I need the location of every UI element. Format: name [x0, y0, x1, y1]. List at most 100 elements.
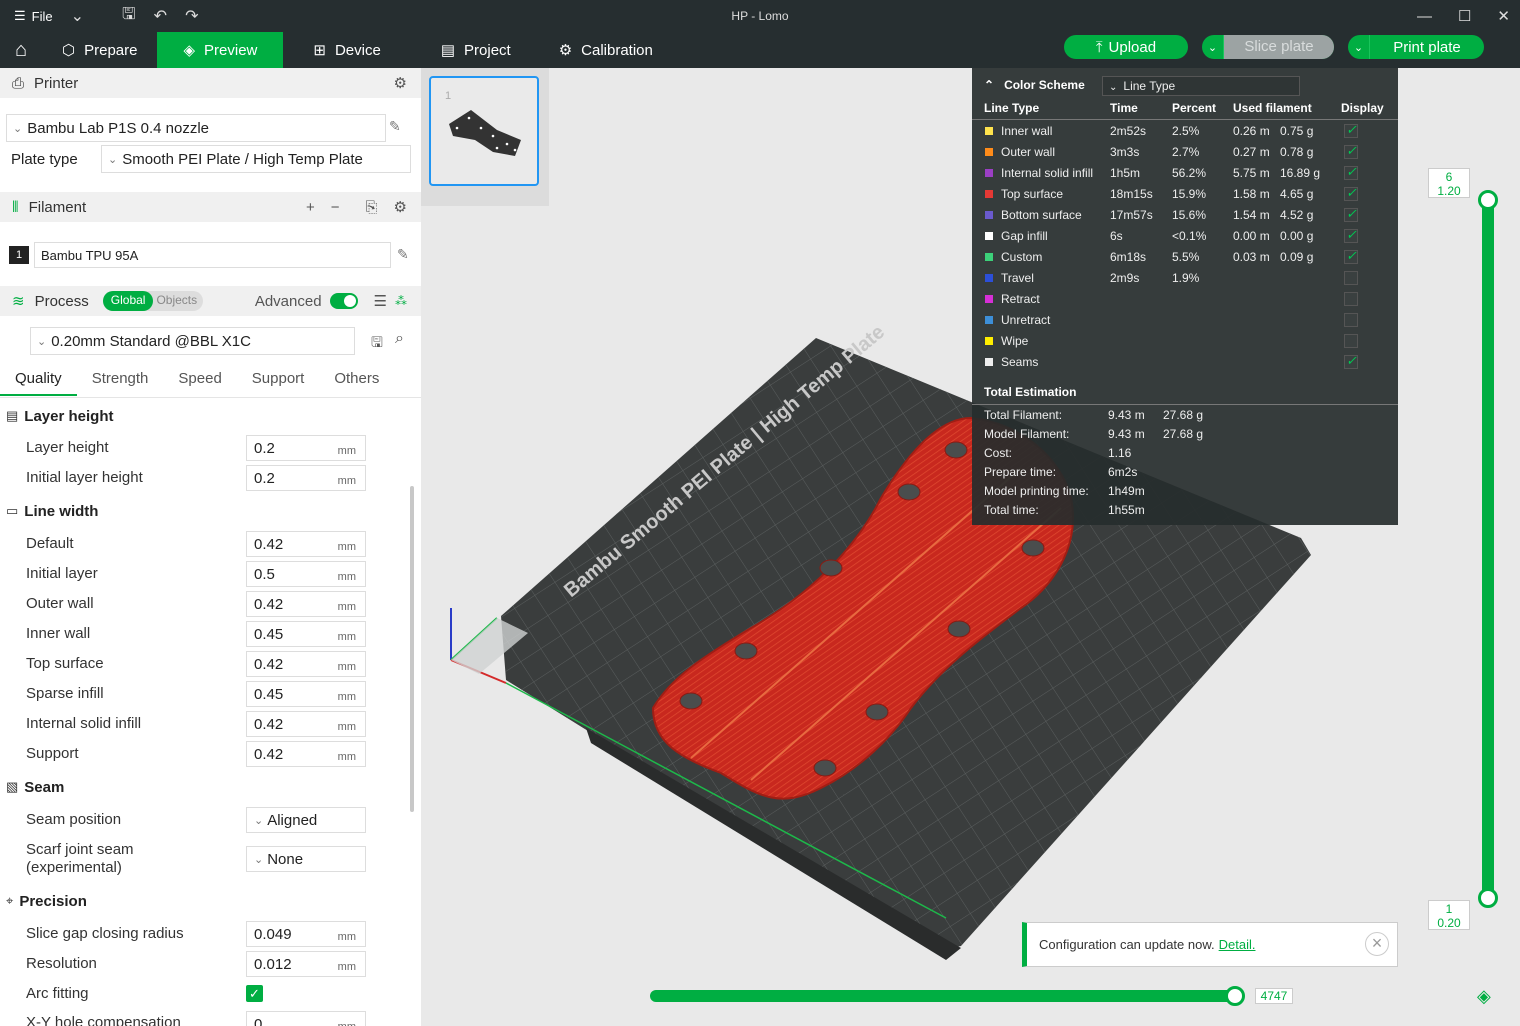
tab-preview[interactable]: ◈ Preview — [157, 32, 284, 68]
setting-label: Outer wall — [26, 595, 94, 612]
printer-select[interactable]: ⌄ Bambu Lab P1S 0.4 nozzle — [6, 114, 386, 142]
arc-fitting-checkbox[interactable]: ✓ — [246, 985, 263, 1002]
line-width-top-surface-input[interactable]: 0.42 mm — [246, 651, 366, 677]
color-scheme-panel: ⌃ Color Scheme ⌄ Line Type Line Type Time … — [972, 68, 1398, 525]
line-time: 17m57s — [1110, 208, 1153, 222]
close-window-button[interactable]: ✕ — [1497, 7, 1510, 25]
object-icon[interactable]: ⁂ — [395, 294, 407, 308]
scarf-seam-select[interactable]: ⌄ None — [246, 846, 366, 872]
home-icon: ⌂ — [14, 38, 28, 61]
redo-icon[interactable]: ↷ — [185, 6, 198, 26]
chevron-down-icon[interactable]: ⌄ — [1348, 35, 1370, 59]
minimize-button[interactable]: — — [1417, 8, 1432, 25]
global-objects-toggle[interactable]: Global Objects — [102, 291, 204, 311]
print-plate-button[interactable]: ⌄ Print plate — [1348, 35, 1484, 59]
line-width-internal-solid-input[interactable]: 0.42 mm — [246, 711, 366, 737]
notification-detail-link[interactable]: Detail. — [1219, 937, 1256, 952]
setting-value: 0.5 — [254, 565, 275, 583]
col-header: Used filament — [1233, 101, 1312, 115]
gear-icon[interactable]: ⚙ — [394, 198, 407, 216]
edit-icon[interactable]: ✎ — [397, 246, 409, 263]
layer-height-input[interactable]: 0.2 mm — [246, 435, 366, 461]
gear-icon[interactable]: ⚙ — [394, 74, 407, 92]
sidebar-scrollbar[interactable] — [410, 486, 414, 812]
undo-icon[interactable]: ↶ — [154, 6, 167, 26]
layer-slider-top-knob[interactable] — [1478, 190, 1498, 210]
line-width-inner-wall-input[interactable]: 0.45 mm — [246, 621, 366, 647]
line-width-sparse-infill-input[interactable]: 0.45 mm — [246, 681, 366, 707]
save-icon[interactable]: 🖫 — [371, 332, 383, 356]
display-checkbox[interactable] — [1344, 292, 1358, 306]
chevron-down-icon[interactable]: ⌄ — [1202, 35, 1224, 59]
display-checkbox[interactable] — [1344, 122, 1358, 138]
display-checkbox[interactable] — [1344, 271, 1358, 285]
global-option[interactable]: Global — [102, 291, 154, 311]
seam-position-select[interactable]: ⌄ Aligned — [246, 807, 366, 833]
tab-calibration[interactable]: ⚙ Calibration — [531, 32, 673, 68]
total-label: Prepare time: — [984, 465, 1057, 479]
resolution-input[interactable]: 0.012 mm — [246, 951, 366, 977]
add-icon[interactable]: + — [306, 199, 315, 216]
display-checkbox[interactable] — [1344, 143, 1358, 159]
list-icon[interactable]: ☰ — [374, 292, 387, 310]
col-header: Line Type — [984, 101, 1040, 115]
tab-speed[interactable]: Speed — [163, 370, 236, 396]
objects-option[interactable]: Objects — [153, 291, 203, 311]
maximize-button[interactable]: ☐ — [1458, 7, 1471, 25]
display-checkbox[interactable] — [1344, 248, 1358, 264]
chevron-up-icon[interactable]: ⌃ — [984, 78, 994, 92]
tab-others[interactable]: Others — [319, 370, 394, 396]
initial-layer-height-input[interactable]: 0.2 mm — [246, 465, 366, 491]
xy-hole-compensation-input[interactable]: 0 mm — [246, 1011, 366, 1026]
display-checkbox[interactable] — [1344, 313, 1358, 327]
display-checkbox[interactable] — [1344, 164, 1358, 180]
display-checkbox[interactable] — [1344, 206, 1358, 222]
display-checkbox[interactable] — [1344, 353, 1358, 369]
tab-quality[interactable]: Quality — [0, 370, 77, 396]
line-weight: 0.78 g — [1280, 145, 1314, 159]
layer-slider-bottom-knob[interactable] — [1478, 888, 1498, 908]
tab-strength[interactable]: Strength — [77, 370, 164, 396]
filament-select[interactable]: Bambu TPU 95A — [34, 242, 391, 268]
edit-icon[interactable]: ✎ — [389, 118, 401, 135]
color-scheme-select[interactable]: ⌄ Line Type — [1102, 76, 1300, 96]
line-width-default-input[interactable]: 0.42 mm — [246, 531, 366, 557]
layer-slider-track[interactable] — [1482, 200, 1494, 898]
search-icon[interactable]: ⌕ — [395, 330, 404, 348]
remove-icon[interactable]: − — [331, 199, 340, 216]
tab-project[interactable]: ▤ Project — [401, 32, 531, 68]
line-time: 2m52s — [1110, 124, 1147, 138]
sync-icon[interactable]: ⎘ — [366, 199, 378, 216]
tab-support[interactable]: Support — [237, 370, 320, 396]
chevron-down-icon[interactable]: ⌄ — [71, 6, 84, 26]
process-tabs: Quality Strength Speed Support Others — [0, 370, 421, 396]
display-checkbox[interactable] — [1344, 227, 1358, 243]
close-icon[interactable]: × — [1365, 932, 1389, 956]
line-width-initial-layer-input[interactable]: 0.5 mm — [246, 561, 366, 587]
bottom-layer-height: 0.20 — [1437, 916, 1461, 930]
line-width-support-input[interactable]: 0.42 mm — [246, 741, 366, 767]
advanced-toggle[interactable] — [329, 293, 358, 309]
plate-type-select[interactable]: ⌄ Smooth PEI Plate / High Temp Plate — [101, 145, 411, 173]
save-icon[interactable]: 🖫 — [122, 3, 136, 30]
tab-device[interactable]: ⊞ Device — [283, 32, 400, 68]
tab-prepare[interactable]: ⬡ Prepare — [42, 32, 157, 68]
layers-icon[interactable]: ◈ — [1477, 986, 1491, 1007]
line-type-row: Top surface 18m15s 15.9% 1.58 m 4.65 g — [972, 184, 1398, 205]
line-width-outer-wall-input[interactable]: 0.42 mm — [246, 591, 366, 617]
process-preset-select[interactable]: ⌄ 0.20mm Standard @BBL X1C — [30, 327, 355, 355]
move-slider-knob[interactable] — [1225, 986, 1245, 1006]
upload-button[interactable]: ⤒ Upload — [1064, 35, 1188, 59]
slice-plate-button[interactable]: ⌄ Slice plate — [1202, 35, 1334, 59]
line-weight: 0.00 g — [1280, 229, 1314, 243]
col-header: Time — [1110, 101, 1138, 115]
display-checkbox[interactable] — [1344, 185, 1358, 201]
file-menu[interactable]: ☰ File — [14, 8, 53, 24]
line-type-name: Outer wall — [1001, 145, 1056, 159]
group-title: Layer height — [24, 407, 114, 425]
slice-gap-input[interactable]: 0.049 mm — [246, 921, 366, 947]
display-checkbox[interactable] — [1344, 334, 1358, 348]
home-button[interactable]: ⌂ — [0, 32, 42, 68]
process-section-header: ≋ Process Global Objects Advanced ☰ ⁂ — [0, 286, 421, 316]
move-slider-track[interactable] — [650, 990, 1240, 1002]
